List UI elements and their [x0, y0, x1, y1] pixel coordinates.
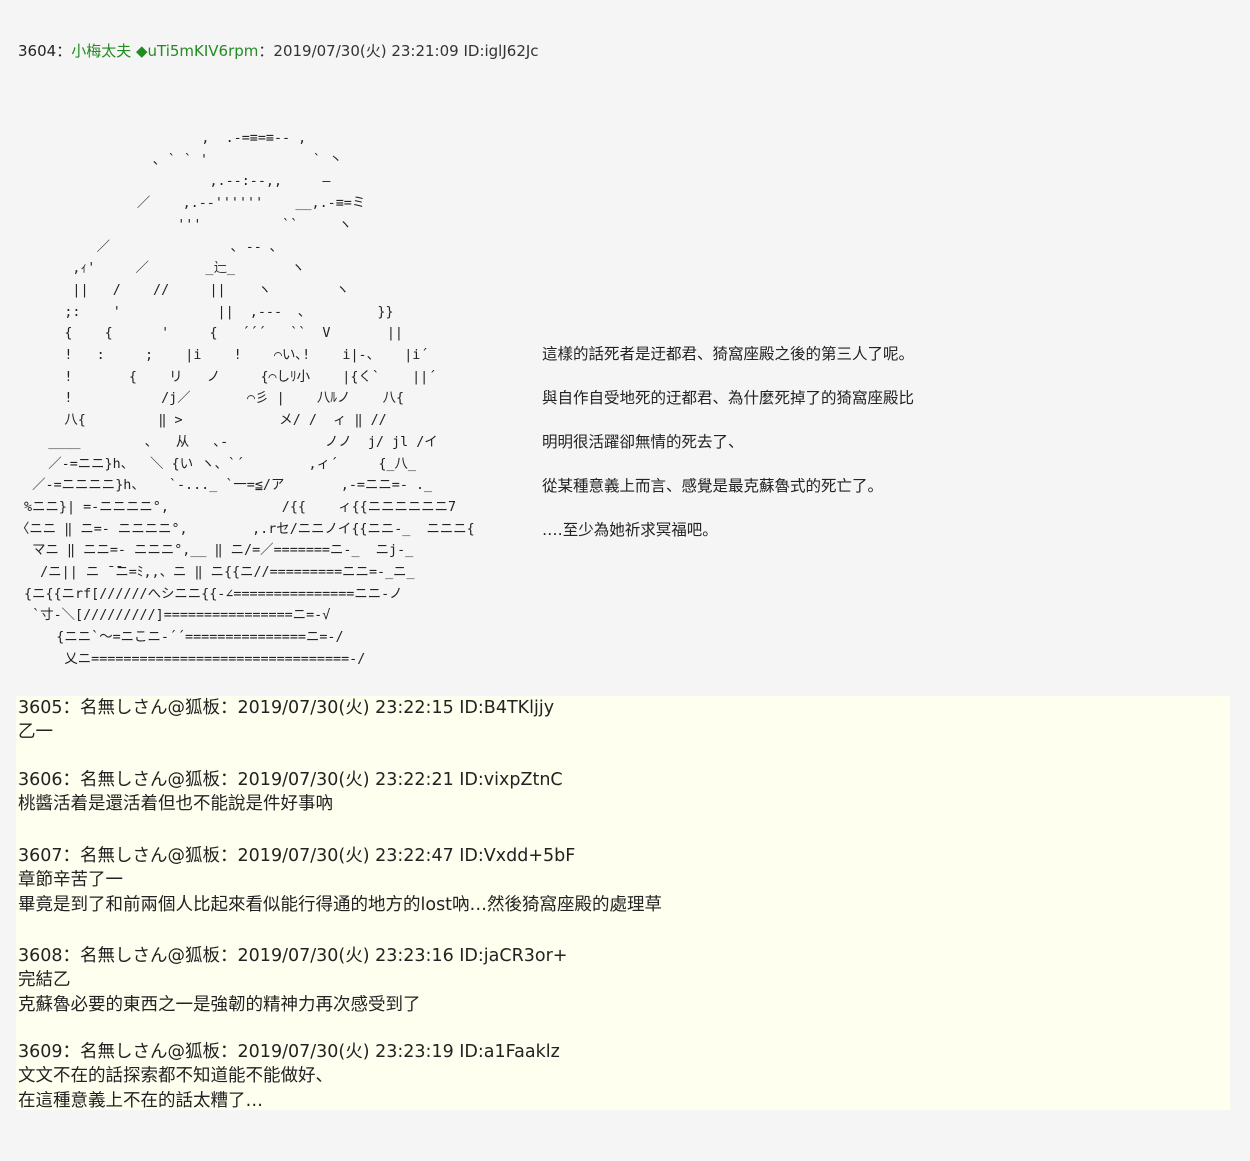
ascii-art-line: ;: ' || ,-‐- ､ }} — [16, 304, 394, 320]
dialogue-text: 這樣的話死者是迂都君、猗窩座殿之後的第三人了呢。 與自作自受地死的迂都君、為什麼… — [542, 340, 914, 560]
ascii-art-line: || / // || ヽ ヽ — [16, 282, 350, 298]
reply-body-line: 完結乙 — [18, 970, 71, 990]
replies-section: 3605：名無しさん@狐板：2019/07/30(火) 23:22:15 ID:… — [16, 696, 1230, 1111]
ascii-art-line: {ニ{{ニrf[//////へシニニ{{-∠===============ニニ-… — [16, 586, 403, 602]
ascii-art-line: ! /j／ ⌒彡 | 八ﾙノ 八{ — [16, 391, 405, 407]
ascii-art-line: `寸-＼[/////////]================ニ=-√ — [16, 608, 331, 624]
reply-header: 3608：名無しさん@狐板：2019/07/30(火) 23:23:16 ID:… — [18, 946, 568, 966]
ascii-art-line: {ニニ`～=ニこニ-´´===============ニ=-/ — [16, 630, 344, 646]
ascii-art-line: ____ ､ 从 ､- ノノ j/ jl /イ — [16, 434, 438, 450]
reply-post: 3605：名無しさん@狐板：2019/07/30(火) 23:22:15 ID:… — [18, 696, 554, 745]
poster-name[interactable]: 小梅太夫 ◆uTi5mKIV6rpm — [71, 42, 258, 60]
ascii-art-line: ／-=ニニ}h、 ＼ {い ヽ、`´ ,ィ´ {_八_ — [16, 456, 416, 472]
ascii-art-line: 〈ニニ ‖ ニ=- ニニニニ°, ,.rセ/ニニノイ{{ニニ-_ ニニニ{ — [16, 521, 475, 537]
dialogue-line: 這樣的話死者是迂都君、猗窩座殿之後的第三人了呢。 — [542, 345, 915, 363]
reply-body-line: 在這種意義上不在的話太糟了… — [18, 1091, 263, 1111]
ascii-art-line: ,.--:--,, ― — [16, 174, 331, 190]
ascii-art-line: ／-=ニニニニ}h、 `‐..._ `一=≦/ア ,‐=ニニ=- ._ — [16, 478, 433, 494]
reply-body-line: 乙一 — [18, 722, 53, 742]
reply-body-line: 桃醬活着是還活着但也不能說是件好事吶 — [18, 794, 333, 814]
ascii-art: , .-=≡=≡-- , ､ ` ` ' ` 丶 ,.--:--,, ― ／ ,… — [16, 128, 475, 671]
ascii-art-line: %ニニ}| =-ニニニニ°, /{{ ィ{{ニニニニニニ7 — [16, 499, 457, 515]
reply-body-line: 克蘇魯必要的東西之一是強韌的精神力再次感受到了 — [18, 995, 421, 1015]
ascii-art-line: ／ ､ ‐‐ ､ — [16, 239, 277, 255]
ascii-art-line: { { ' { ´´´ `` V || — [16, 326, 403, 342]
post-separator: ： — [56, 42, 72, 60]
reply-header: 3607：名無しさん@狐板：2019/07/30(火) 23:22:47 ID:… — [18, 846, 576, 866]
reply-body-line: 章節辛苦了一 — [18, 870, 123, 890]
ascii-art-line: ! { リ ノ {⌒しﾘ小 |{く` ||´ — [16, 369, 437, 385]
dialogue-line: ‥‥至少為她祈求冥福吧。 — [542, 521, 718, 539]
reply-header: 3609：名無しさん@狐板：2019/07/30(火) 23:23:19 ID:… — [18, 1042, 560, 1062]
main-post-header: 3604：小梅太夫 ◆uTi5mKIV6rpm：2019/07/30(火) 23… — [18, 40, 539, 61]
ascii-art-line: 八{ ‖ > メ/ / ィ ‖ // — [16, 413, 387, 429]
reply-body-line: 畢竟是到了和前兩個人比起來看似能行得通的地方的lost吶…然後猗窩座殿的處理草 — [18, 895, 663, 915]
dialogue-line: 從某種意義上而言、感覺是最克蘇魯式的死亡了。 — [542, 477, 884, 495]
dialogue-line: 與自作自受地死的迂都君、為什麼死掉了的猗窩座殿比 — [542, 389, 915, 407]
reply-post: 3609：名無しさん@狐板：2019/07/30(火) 23:23:19 ID:… — [18, 1040, 560, 1114]
ascii-art-line: ,ｨ' ／ _辷_ ヽ — [16, 261, 305, 277]
ascii-art-line: ／ ,.-‐'''''' __,.-≡=ミ — [16, 196, 366, 212]
ascii-art-line: ! : ; |i ! ⌒い､! i|-、 |i´ — [16, 348, 429, 364]
reply-post: 3606：名無しさん@狐板：2019/07/30(火) 23:22:21 ID:… — [18, 768, 563, 817]
ascii-art-line: ''' `` ヽ — [16, 217, 352, 233]
reply-post: 3607：名無しさん@狐板：2019/07/30(火) 23:22:47 ID:… — [18, 844, 662, 918]
reply-header: 3606：名無しさん@狐板：2019/07/30(火) 23:22:21 ID:… — [18, 770, 563, 790]
reply-body-line: 文文不在的話探索都不知道能不能做好、 — [18, 1066, 333, 1086]
ascii-art-line: マニ ‖ ニニ=- ニニニ°,__ ‖ ニ/=／=======ニ-_ ニj-_ — [16, 543, 414, 559]
reply-header: 3605：名無しさん@狐板：2019/07/30(火) 23:22:15 ID:… — [18, 698, 555, 718]
reply-post: 3608：名無しさん@狐板：2019/07/30(火) 23:23:16 ID:… — [18, 944, 567, 1018]
ascii-art-line: 乂ニ================================-/ — [16, 651, 366, 667]
dialogue-line: 明明很活躍卻無情的死去了、 — [542, 433, 744, 451]
post-meta: ：2019/07/30(火) 23:21:09 ID:iglJ62Jc — [258, 42, 539, 60]
ascii-art-line: ､ ` ` ' ` 丶 — [16, 152, 343, 168]
ascii-art-line: , .-=≡=≡-- , — [16, 131, 307, 146]
ascii-art-line: /ニ|| ニ ̄ ̄ニ=ﾐ,,、ニ ‖ ニ{{ニ//=========ニニ=-_… — [16, 565, 415, 581]
post-number: 3604 — [18, 42, 57, 60]
